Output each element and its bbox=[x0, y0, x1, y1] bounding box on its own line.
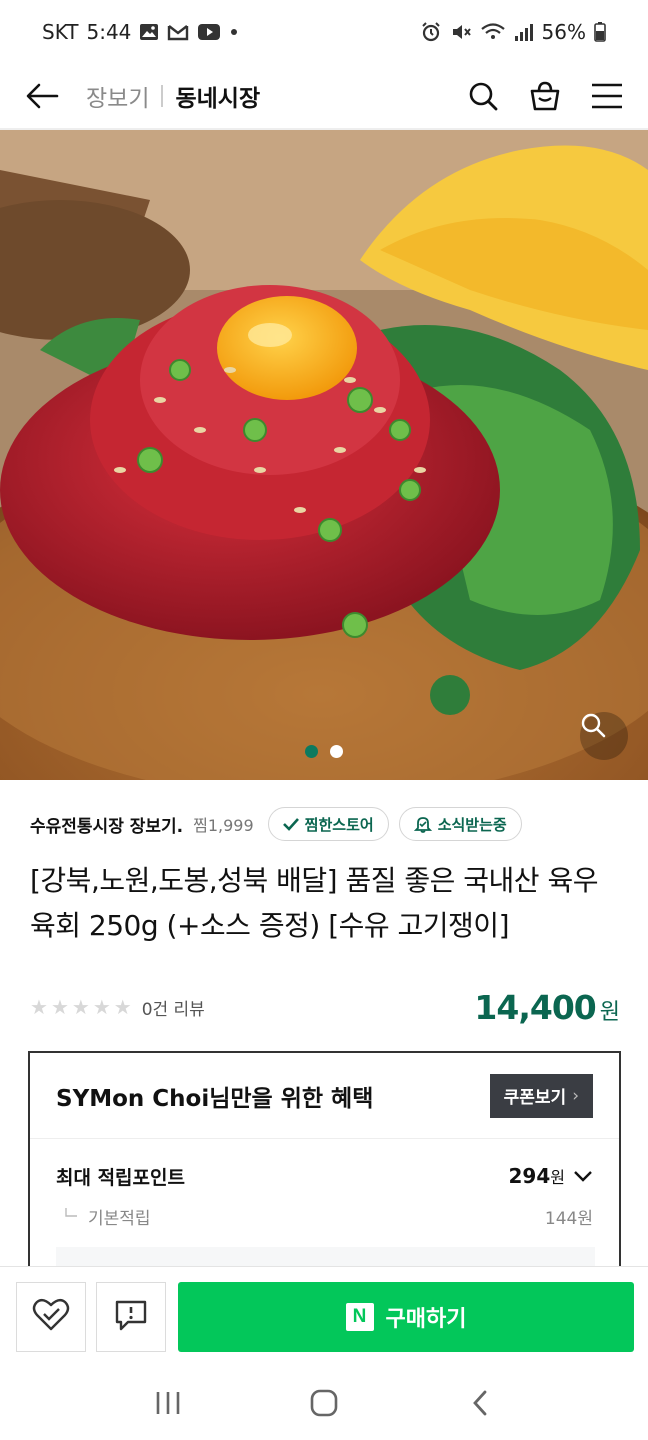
carrier-label: SKT bbox=[42, 20, 79, 44]
battery-text: 56% bbox=[541, 20, 586, 44]
breadcrumb-current[interactable]: 동네시장 bbox=[175, 79, 260, 113]
buy-now-button[interactable]: N 구매하기 bbox=[178, 1281, 634, 1352]
star-icon: ★ bbox=[71, 995, 90, 1019]
max-points-value: 294원 bbox=[509, 1164, 593, 1188]
checkmark-icon bbox=[282, 817, 299, 831]
status-bar: SKT 5:44 56% bbox=[0, 0, 648, 64]
wishlist-button[interactable] bbox=[16, 1281, 86, 1352]
product-title: [강북,노원,도봉,성북 배달] 품질 좋은 국내산 육우 육회 250g (+… bbox=[30, 864, 599, 942]
max-points-amount: 294 bbox=[508, 1164, 551, 1188]
inquiry-button[interactable] bbox=[96, 1281, 166, 1352]
base-points-row: 기본적립 144원 bbox=[30, 1201, 619, 1231]
view-coupons-button[interactable]: 쿠폰보기 › bbox=[489, 1073, 593, 1118]
sub-item-indent-icon bbox=[64, 1206, 78, 1226]
search-icon[interactable] bbox=[466, 79, 500, 113]
bottom-action-bar: N 구매하기 bbox=[0, 1266, 648, 1366]
benefit-title: SYMon Choi님만을 위한 혜택 bbox=[56, 1085, 374, 1112]
price-amount: 14,400 bbox=[474, 987, 596, 1027]
notification-subscribe-label: 소식받는중 bbox=[437, 815, 507, 834]
status-left: SKT 5:44 bbox=[42, 20, 239, 44]
system-back-icon[interactable] bbox=[460, 1383, 500, 1423]
home-icon[interactable] bbox=[304, 1383, 344, 1423]
carousel-indicator bbox=[0, 745, 648, 758]
gallery-notification-icon bbox=[139, 23, 159, 41]
status-right: 56% bbox=[420, 20, 606, 44]
favorite-store-label: 찜한스토어 bbox=[304, 815, 374, 834]
max-points-unit: 원 bbox=[550, 1168, 565, 1187]
base-points-label: 기본적립 bbox=[88, 1208, 151, 1229]
header-actions bbox=[466, 79, 624, 113]
review-count-link[interactable]: 0건 리뷰 bbox=[142, 995, 205, 1020]
app-header: 장보기 동네시장 bbox=[0, 64, 648, 128]
battery-icon bbox=[594, 22, 606, 42]
alarm-icon bbox=[420, 21, 442, 43]
rating-price-row: ★ ★ ★ ★ ★ 0건 리뷰 14,400 원 bbox=[30, 985, 620, 1029]
benefit-header: SYMon Choi님만을 위한 혜택 쿠폰보기 › bbox=[30, 1053, 619, 1139]
heart-check-icon bbox=[32, 1298, 70, 1336]
base-points-label-group: 기본적립 bbox=[64, 1204, 151, 1229]
naver-n-logo-icon: N bbox=[345, 1302, 374, 1331]
store-info-row: 수유전통시장 장보기. 찜1,999 찜한스토어 소식받는중 bbox=[30, 806, 620, 842]
base-points-value: 144원 bbox=[544, 1208, 593, 1229]
buy-now-label: 구매하기 bbox=[385, 1306, 467, 1332]
bell-icon bbox=[413, 815, 432, 833]
star-icon: ★ bbox=[113, 995, 132, 1019]
star-icon: ★ bbox=[92, 995, 111, 1019]
carousel-dot-active[interactable] bbox=[305, 745, 318, 758]
store-likes-count: 찜1,999 bbox=[193, 816, 254, 835]
benefit-panel: SYMon Choi님만을 위한 혜택 쿠폰보기 › 최대 적립포인트 294원… bbox=[28, 1051, 621, 1287]
product-price: 14,400 원 bbox=[474, 988, 620, 1027]
view-coupons-label: 쿠폰보기 bbox=[503, 1088, 567, 1108]
system-navigation-bar bbox=[0, 1366, 648, 1440]
price-unit: 원 bbox=[599, 999, 620, 1025]
star-icon: ★ bbox=[30, 995, 48, 1019]
chevron-down-icon[interactable] bbox=[573, 1164, 593, 1188]
wifi-icon bbox=[480, 21, 506, 43]
shopping-bag-icon[interactable] bbox=[528, 79, 562, 113]
chevron-right-icon: › bbox=[572, 1085, 579, 1106]
store-name[interactable]: 수유전통시장 장보기. bbox=[30, 812, 183, 837]
more-notifications-dot-icon bbox=[229, 27, 239, 37]
gmail-notification-icon bbox=[167, 23, 189, 41]
star-icon: ★ bbox=[50, 995, 69, 1019]
favorite-store-button[interactable]: 찜한스토어 bbox=[267, 807, 389, 841]
youtube-notification-icon bbox=[197, 23, 221, 41]
carousel-dot[interactable] bbox=[330, 745, 343, 758]
max-points-label: 최대 적립포인트 bbox=[56, 1166, 185, 1189]
breadcrumb-parent[interactable]: 장보기 bbox=[86, 79, 149, 113]
menu-hamburger-icon[interactable] bbox=[590, 79, 624, 113]
chat-bubble-icon bbox=[114, 1298, 148, 1336]
signal-icon bbox=[514, 22, 534, 42]
rating-stars: ★ ★ ★ ★ ★ bbox=[30, 997, 132, 1017]
recent-apps-icon[interactable] bbox=[148, 1383, 188, 1423]
product-photo bbox=[0, 130, 648, 780]
product-image-carousel[interactable] bbox=[0, 130, 648, 780]
notification-subscribe-button[interactable]: 소식받는중 bbox=[398, 807, 522, 841]
back-arrow-icon[interactable] bbox=[24, 78, 60, 114]
mute-icon bbox=[450, 21, 472, 43]
clock: 5:44 bbox=[86, 20, 132, 44]
breadcrumb-divider bbox=[161, 85, 164, 107]
